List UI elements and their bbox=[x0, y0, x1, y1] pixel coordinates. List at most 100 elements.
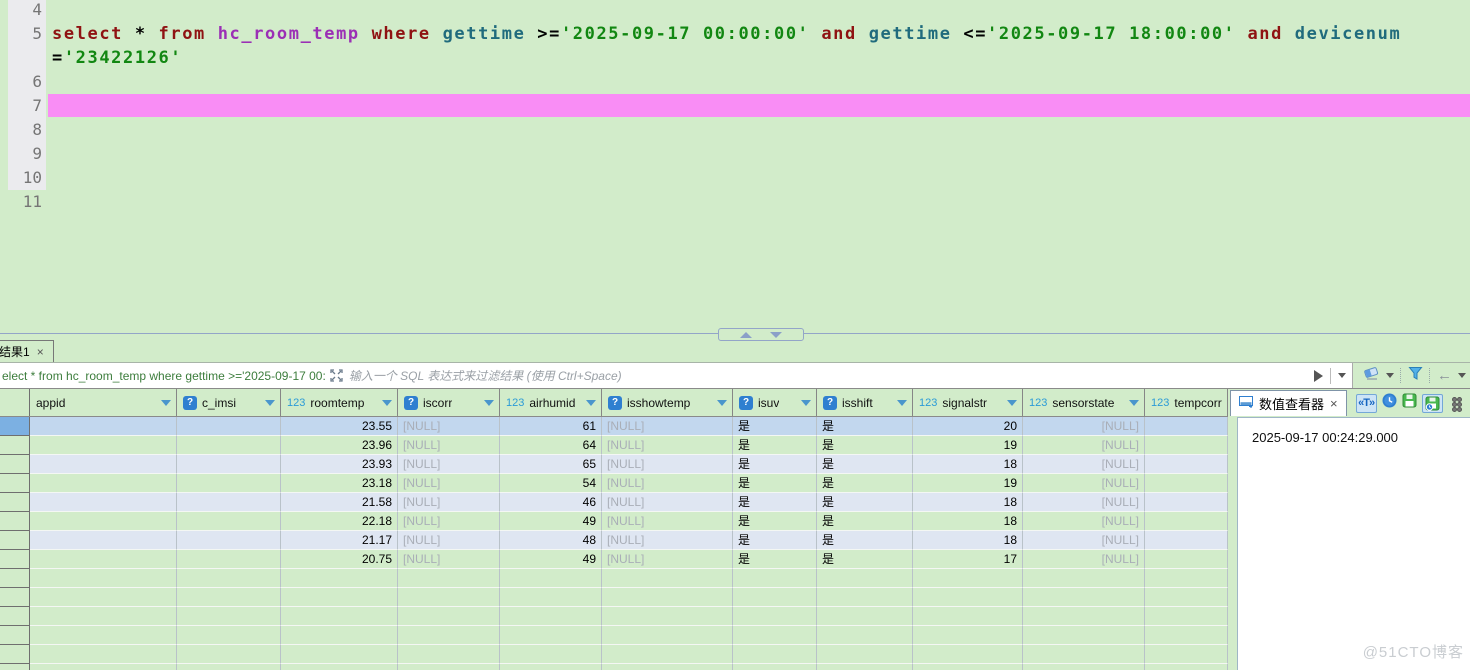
row-header-corner[interactable] bbox=[0, 389, 30, 416]
cell-c_imsi[interactable] bbox=[177, 531, 281, 550]
row-number-cell[interactable] bbox=[0, 664, 30, 670]
cell-sensorstate[interactable] bbox=[1023, 569, 1145, 588]
cell-isshift[interactable]: 是 bbox=[817, 493, 913, 512]
cell-isuv[interactable]: 是 bbox=[733, 493, 817, 512]
cell-isshift[interactable] bbox=[817, 645, 913, 664]
cell-sensorstate[interactable] bbox=[1023, 607, 1145, 626]
expand-filter-icon[interactable] bbox=[330, 369, 343, 382]
cell-roomtemp[interactable] bbox=[281, 645, 398, 664]
filter-dropdown-icon[interactable] bbox=[801, 399, 811, 406]
cell-signalstr[interactable]: 19 bbox=[913, 436, 1023, 455]
result-filter-input[interactable]: elect * from hc_room_temp where gettime … bbox=[0, 363, 1353, 388]
cell-sensorstate[interactable] bbox=[1023, 664, 1145, 670]
cell-isshift[interactable]: 是 bbox=[817, 512, 913, 531]
collapse-up-icon[interactable] bbox=[740, 331, 752, 338]
cell-isuv[interactable]: 是 bbox=[733, 512, 817, 531]
cell-isuv[interactable] bbox=[733, 607, 817, 626]
cell-appid[interactable] bbox=[30, 455, 177, 474]
column-header-airhumid[interactable]: 123 airhumid bbox=[500, 389, 602, 416]
cell-isshift[interactable]: 是 bbox=[817, 474, 913, 493]
filter-dropdown-icon[interactable] bbox=[897, 399, 907, 406]
result-grid[interactable]: appid? c_imsi 123 roomtemp? iscorr 123 airhumi… bbox=[0, 389, 1228, 670]
cell-signalstr[interactable]: 18 bbox=[913, 531, 1023, 550]
cell-tempcorrva[interactable] bbox=[1145, 436, 1228, 455]
cell-c_imsi[interactable] bbox=[177, 588, 281, 607]
cell-sensorstate[interactable]: [NULL] bbox=[1023, 493, 1145, 512]
cell-roomtemp[interactable] bbox=[281, 588, 398, 607]
cell-sensorstate[interactable]: [NULL] bbox=[1023, 417, 1145, 436]
cell-airhumid[interactable]: 61 bbox=[500, 417, 602, 436]
cell-airhumid[interactable] bbox=[500, 645, 602, 664]
row-number-cell[interactable] bbox=[0, 588, 30, 607]
row-number-cell[interactable] bbox=[0, 436, 30, 455]
filter-dropdown-icon[interactable] bbox=[1007, 399, 1017, 406]
cell-iscorr[interactable]: [NULL] bbox=[398, 474, 500, 493]
cell-isshowtemp[interactable]: [NULL] bbox=[602, 436, 733, 455]
cell-isshowtemp[interactable]: [NULL] bbox=[602, 455, 733, 474]
column-header-c_imsi[interactable]: ? c_imsi bbox=[177, 389, 281, 416]
cell-roomtemp[interactable]: 23.55 bbox=[281, 417, 398, 436]
column-header-sensorstate[interactable]: 123 sensorstate bbox=[1023, 389, 1145, 416]
cell-isuv[interactable]: 是 bbox=[733, 455, 817, 474]
cell-appid[interactable] bbox=[30, 664, 177, 670]
cell-c_imsi[interactable] bbox=[177, 474, 281, 493]
cell-isshowtemp[interactable]: [NULL] bbox=[602, 493, 733, 512]
cell-appid[interactable] bbox=[30, 645, 177, 664]
cell-isshowtemp[interactable]: [NULL] bbox=[602, 531, 733, 550]
cell-tempcorrva[interactable] bbox=[1145, 531, 1228, 550]
cell-c_imsi[interactable] bbox=[177, 512, 281, 531]
cell-isshift[interactable] bbox=[817, 664, 913, 670]
cell-c_imsi[interactable] bbox=[177, 664, 281, 670]
row-number-cell[interactable] bbox=[0, 645, 30, 664]
cell-roomtemp[interactable] bbox=[281, 607, 398, 626]
cell-isshowtemp[interactable]: [NULL] bbox=[602, 550, 733, 569]
cell-roomtemp[interactable] bbox=[281, 569, 398, 588]
cell-tempcorrva[interactable] bbox=[1145, 588, 1228, 607]
cell-tempcorrva[interactable] bbox=[1145, 512, 1228, 531]
cell-iscorr[interactable]: [NULL] bbox=[398, 512, 500, 531]
row-number-cell[interactable] bbox=[0, 455, 30, 474]
cell-isuv[interactable] bbox=[733, 664, 817, 670]
table-row[interactable]: 22.18 [NULL] 49 [NULL] 是是 18 [NULL] bbox=[0, 512, 1228, 531]
cell-appid[interactable] bbox=[30, 569, 177, 588]
row-number-cell[interactable] bbox=[0, 474, 30, 493]
filter-dropdown-icon[interactable] bbox=[484, 399, 494, 406]
cell-sensorstate[interactable]: [NULL] bbox=[1023, 455, 1145, 474]
cell-c_imsi[interactable] bbox=[177, 493, 281, 512]
cell-isshift[interactable]: 是 bbox=[817, 531, 913, 550]
cell-iscorr[interactable]: [NULL] bbox=[398, 531, 500, 550]
row-number-cell[interactable] bbox=[0, 550, 30, 569]
cell-iscorr[interactable] bbox=[398, 607, 500, 626]
column-header-appid[interactable]: appid bbox=[30, 389, 177, 416]
column-header-signalstr[interactable]: 123 signalstr bbox=[913, 389, 1023, 416]
cell-isshift[interactable]: 是 bbox=[817, 455, 913, 474]
filter-dropdown-icon[interactable] bbox=[265, 399, 275, 406]
cell-isshowtemp[interactable]: [NULL] bbox=[602, 474, 733, 493]
filter-funnel-icon[interactable] bbox=[1408, 366, 1423, 386]
table-row[interactable] bbox=[0, 607, 1228, 626]
panel-grip-icon[interactable] bbox=[1451, 396, 1462, 412]
table-row[interactable] bbox=[0, 645, 1228, 664]
column-header-iscorr[interactable]: ? iscorr bbox=[398, 389, 500, 416]
cell-iscorr[interactable]: [NULL] bbox=[398, 417, 500, 436]
cell-sensorstate[interactable]: [NULL] bbox=[1023, 550, 1145, 569]
close-icon[interactable]: × bbox=[1330, 396, 1338, 411]
cell-signalstr[interactable] bbox=[913, 607, 1023, 626]
cell-roomtemp[interactable]: 20.75 bbox=[281, 550, 398, 569]
column-header-isshift[interactable]: ? isshift bbox=[817, 389, 913, 416]
filter-dropdown-icon[interactable] bbox=[382, 399, 392, 406]
cell-tempcorrva[interactable] bbox=[1145, 664, 1228, 670]
cell-c_imsi[interactable] bbox=[177, 569, 281, 588]
cell-signalstr[interactable] bbox=[913, 588, 1023, 607]
table-row[interactable] bbox=[0, 569, 1228, 588]
back-dropdown-icon[interactable] bbox=[1458, 373, 1466, 378]
cell-tempcorrva[interactable] bbox=[1145, 607, 1228, 626]
filter-dropdown-icon[interactable] bbox=[586, 399, 596, 406]
row-number-cell[interactable] bbox=[0, 512, 30, 531]
cell-airhumid[interactable] bbox=[500, 569, 602, 588]
value-viewer-tab[interactable]: 数值查看器 × bbox=[1230, 390, 1347, 416]
cell-roomtemp[interactable]: 22.18 bbox=[281, 512, 398, 531]
cell-isshowtemp[interactable] bbox=[602, 626, 733, 645]
erase-filter-icon[interactable] bbox=[1363, 366, 1380, 385]
cell-airhumid[interactable]: 49 bbox=[500, 550, 602, 569]
